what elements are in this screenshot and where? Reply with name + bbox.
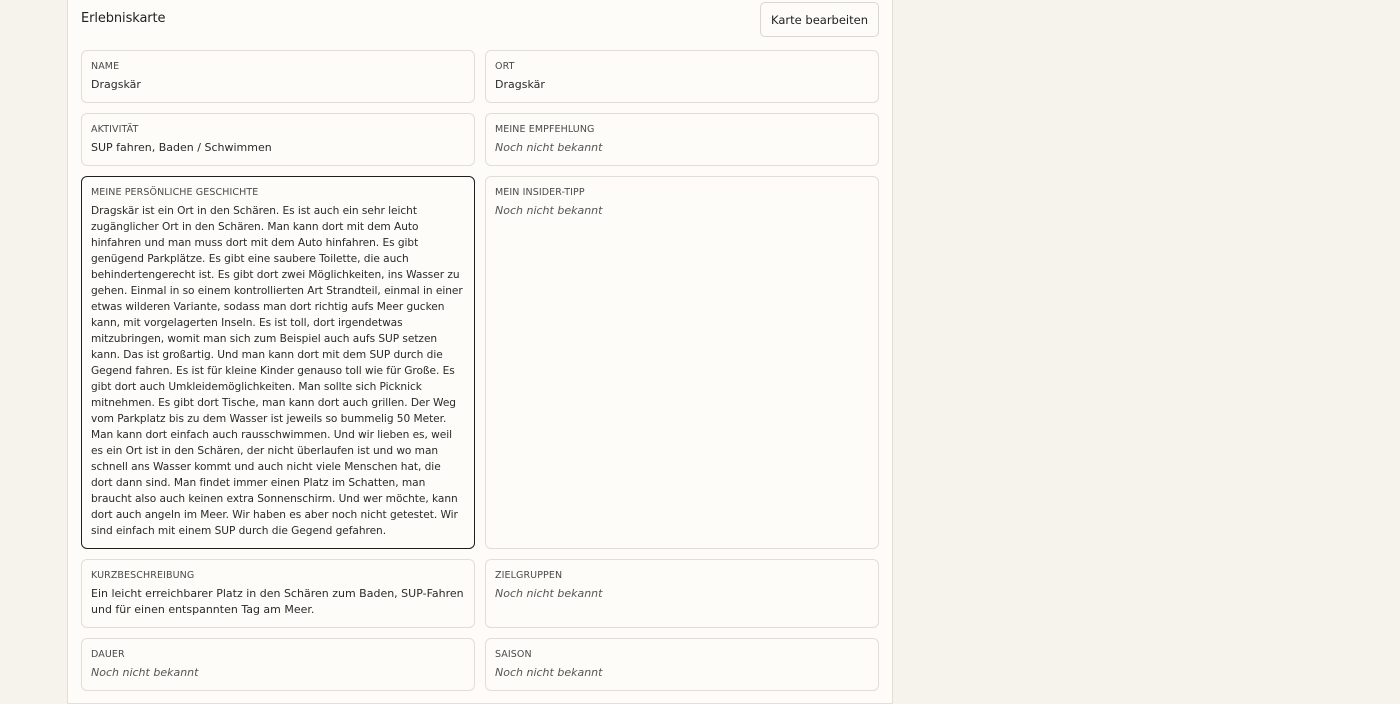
season-label: SAISON (495, 649, 532, 660)
short-description-field[interactable]: KURZBESCHREIBUNG Ein leicht erreichbarer… (81, 559, 475, 628)
recommendation-label: MEINE EMPFEHLUNG (495, 124, 595, 135)
location-value: Dragskär (495, 78, 545, 91)
name-field[interactable]: NAME Dragskär (81, 50, 475, 103)
personal-story-label: MEINE PERSÖNLICHE GESCHICHTE (91, 187, 259, 198)
insider-tip-value: Noch nicht bekannt (495, 204, 603, 217)
name-label: NAME (91, 61, 120, 72)
personal-story-value: Dragskär ist ein Ort in den Schären. Es … (91, 205, 463, 537)
short-description-label: KURZBESCHREIBUNG (91, 570, 195, 581)
activity-label: AKTIVITÄT (91, 124, 139, 135)
season-field[interactable]: SAISON Noch nicht bekannt (485, 638, 879, 691)
recommendation-value: Noch nicht bekannt (495, 141, 603, 154)
name-value: Dragskär (91, 78, 141, 91)
card-header: Erlebniskarte Karte bearbeiten (81, 0, 879, 38)
insider-tip-field[interactable]: MEIN INSIDER-TIPP Noch nicht bekannt (485, 176, 879, 549)
personal-story-field[interactable]: MEINE PERSÖNLICHE GESCHICHTE Dragskär is… (81, 176, 475, 549)
edit-card-button[interactable]: Karte bearbeiten (760, 2, 879, 37)
target-groups-value: Noch nicht bekannt (495, 587, 603, 600)
insider-tip-label: MEIN INSIDER-TIPP (495, 187, 585, 198)
target-groups-field[interactable]: ZIELGRUPPEN Noch nicht bekannt (485, 559, 879, 628)
activity-field[interactable]: AKTIVITÄT SUP fahren, Baden / Schwimmen (81, 113, 475, 166)
experience-card-panel: Erlebniskarte Karte bearbeiten NAME Drag… (67, 0, 893, 704)
season-value: Noch nicht bekannt (495, 666, 603, 679)
duration-value: Noch nicht bekannt (91, 666, 199, 679)
recommendation-field[interactable]: MEINE EMPFEHLUNG Noch nicht bekannt (485, 113, 879, 166)
duration-label: DAUER (91, 649, 125, 660)
duration-field[interactable]: DAUER Noch nicht bekannt (81, 638, 475, 691)
location-label: ORT (495, 61, 515, 72)
target-groups-label: ZIELGRUPPEN (495, 570, 563, 581)
activity-value: SUP fahren, Baden / Schwimmen (91, 141, 272, 154)
short-description-value: Ein leicht erreichbarer Platz in den Sch… (91, 587, 464, 616)
card-title: Erlebniskarte (81, 11, 166, 26)
location-field[interactable]: ORT Dragskär (485, 50, 879, 103)
